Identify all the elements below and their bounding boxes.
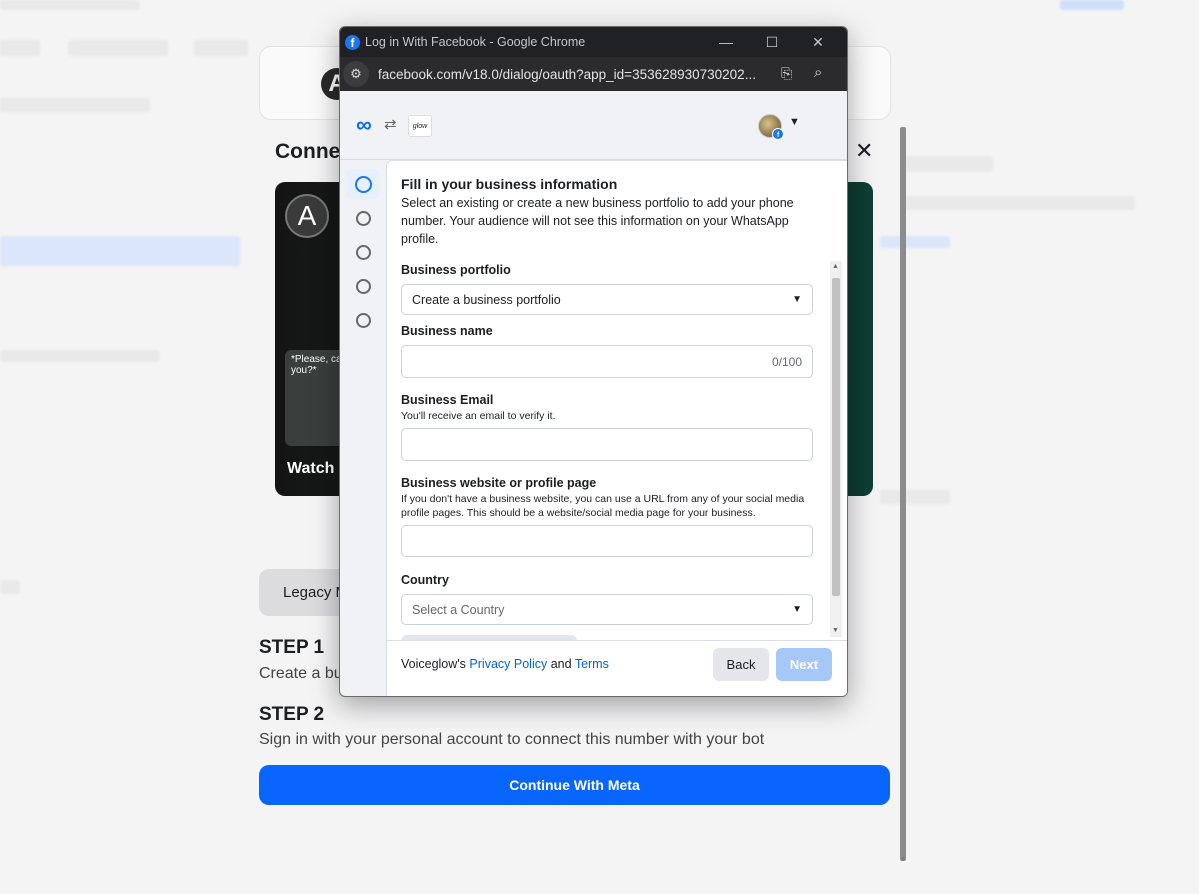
facebook-login-popup: f Log in With Facebook - Google Chrome —…	[339, 26, 848, 697]
business-portfolio-select[interactable]: Create a business portfolio ▼	[401, 284, 813, 315]
step-indicator-2	[347, 203, 379, 233]
partner-app-logo: glow	[408, 115, 432, 137]
bg-text-line	[0, 98, 150, 112]
connect-arrows-icon: ⇄	[384, 116, 397, 133]
legal-conjunction: and	[550, 657, 572, 671]
privacy-policy-link[interactable]: Privacy Policy	[469, 657, 547, 671]
bg-selected-row	[0, 236, 240, 266]
business-email-label: Business Email	[401, 393, 494, 407]
portfolio-label: Business portfolio	[401, 263, 511, 277]
website-label: Business website or profile page	[401, 476, 597, 490]
business-name-label: Business name	[401, 324, 493, 338]
address-bar: ⚙ facebook.com/v18.0/dialog/oauth?app_id…	[340, 57, 847, 91]
step-indicator-1	[347, 169, 379, 199]
bg-section-title: Conne	[275, 140, 341, 163]
dropdown-arrow-icon: ▼	[792, 294, 802, 305]
window-close-icon[interactable]: ✕	[795, 27, 841, 57]
business-info-form: Fill in your business information Select…	[386, 160, 847, 696]
facebook-favicon-icon: f	[345, 34, 360, 50]
bg-text-line	[0, 0, 140, 10]
website-help: If you don't have a business website, yo…	[401, 493, 805, 519]
account-menu-caret-icon[interactable]: ▼	[789, 116, 800, 128]
minimize-icon[interactable]: —	[703, 27, 749, 57]
bg-text-line	[0, 350, 160, 362]
business-email-help: You'll receive an email to verify it.	[401, 410, 556, 422]
step2-text: Sign in with your personal account to co…	[259, 731, 765, 748]
terms-link[interactable]: Terms	[575, 657, 609, 671]
step1-text: Create a bu	[259, 665, 343, 682]
portfolio-selected-value: Create a business portfolio	[412, 292, 561, 307]
form-header: Fill in your business information Select…	[401, 176, 821, 248]
bg-side-text	[905, 156, 993, 172]
install-app-icon[interactable]: ⎘	[781, 65, 792, 82]
continue-with-meta-button[interactable]: Continue With Meta	[259, 765, 890, 805]
window-titlebar[interactable]: f Log in With Facebook - Google Chrome —…	[340, 27, 847, 57]
country-placeholder: Select a Country	[412, 602, 505, 617]
step2-title: STEP 2	[259, 704, 325, 725]
brand-prefix: Voiceglow's	[401, 657, 466, 671]
maximize-icon[interactable]: ☐	[749, 27, 795, 57]
legal-text: Voiceglow's Privacy Policy and Terms	[401, 657, 609, 671]
step-indicator-5	[347, 305, 379, 335]
bg-side-text	[880, 490, 950, 504]
scroll-down-arrow-icon[interactable]: ▼	[900, 857, 906, 863]
video-logo: A	[285, 194, 329, 238]
bg-nav-item	[68, 40, 168, 56]
scroll-up-arrow-icon[interactable]: ▲	[832, 263, 839, 270]
step1-title: STEP 1	[259, 637, 325, 658]
url-text[interactable]: facebook.com/v18.0/dialog/oauth?app_id=3…	[378, 67, 756, 82]
page-scrollbar[interactable]	[900, 127, 906, 861]
form-footer: Voiceglow's Privacy Policy and Terms Bac…	[387, 640, 847, 696]
bg-side-link	[880, 236, 950, 248]
form-scroll-area: Business portfolio Create a business por…	[387, 261, 847, 641]
bg-side-text	[905, 196, 1135, 210]
character-counter: 0/100	[771, 354, 802, 369]
scroll-down-arrow-icon[interactable]: ▼	[832, 627, 839, 634]
site-settings-icon[interactable]: ⚙	[343, 61, 369, 87]
progress-steps	[347, 169, 379, 339]
bg-nav-item	[194, 40, 248, 56]
close-icon[interactable]: ✕	[855, 139, 873, 163]
bg-top-button	[1060, 0, 1124, 10]
business-email-input[interactable]	[401, 428, 813, 461]
dialog-header: ∞ ⇄ glow f ▼	[340, 91, 847, 160]
window-title: Log in With Facebook - Google Chrome	[365, 35, 586, 49]
business-name-input[interactable]: 0/100	[401, 345, 813, 378]
next-button[interactable]: Next	[776, 648, 832, 681]
meta-logo-icon: ∞	[356, 112, 372, 137]
window-controls: — ☐ ✕	[703, 27, 841, 57]
facebook-badge-icon: f	[772, 128, 784, 140]
website-input[interactable]	[401, 525, 813, 557]
form-title: Fill in your business information	[401, 176, 618, 192]
zoom-icon[interactable]: ⌕	[814, 64, 822, 81]
step-indicator-3	[347, 237, 379, 267]
bg-nav-item	[0, 40, 40, 56]
country-select[interactable]: Select a Country ▼	[401, 594, 813, 625]
video-caption: Watch	[287, 460, 335, 477]
step-indicator-4	[347, 271, 379, 301]
country-label: Country	[401, 573, 449, 587]
dropdown-arrow-icon: ▼	[792, 604, 802, 615]
form-description: Select an existing or create a new busin…	[401, 196, 794, 246]
form-scrollbar-thumb[interactable]	[832, 278, 840, 596]
bg-text-line	[0, 580, 20, 594]
avatar[interactable]: f	[758, 114, 784, 140]
back-button[interactable]: Back	[713, 648, 769, 681]
